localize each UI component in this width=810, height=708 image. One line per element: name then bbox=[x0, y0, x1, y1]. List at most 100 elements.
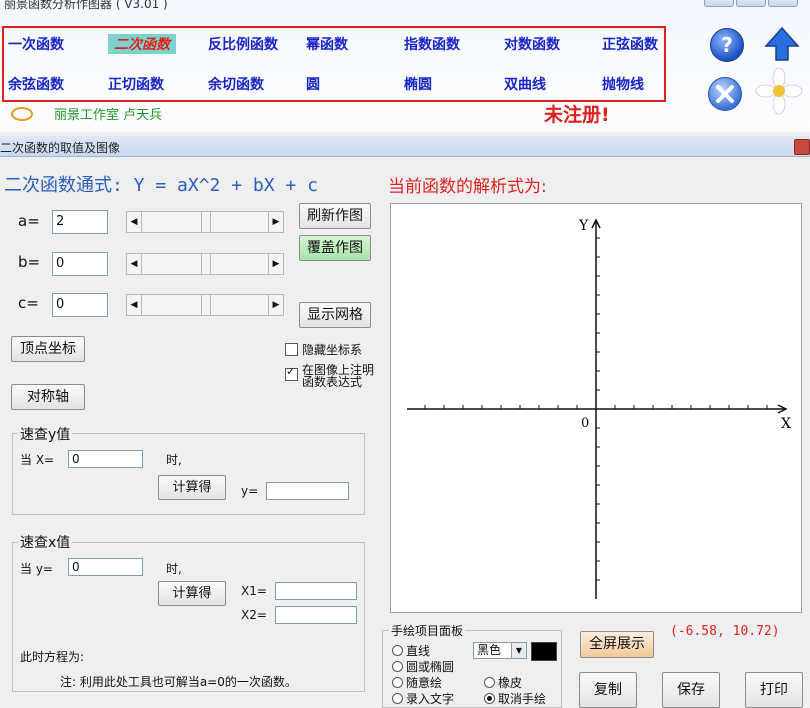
menu-cotangent[interactable]: 余切函数 bbox=[208, 74, 264, 94]
draw-line-radio[interactable]: 直线 bbox=[392, 642, 430, 659]
y-axis-label: Y bbox=[578, 218, 589, 234]
cursor-coordinates: (-6.58, 10.72) bbox=[670, 624, 780, 639]
color-swatch[interactable] bbox=[531, 642, 557, 661]
cancel-draw-radio[interactable]: 取消手绘 bbox=[484, 690, 546, 707]
param-b-label: b= bbox=[18, 253, 41, 271]
up-arrow-icon[interactable] bbox=[764, 26, 800, 62]
draw-free-radio[interactable]: 随意绘 bbox=[392, 674, 442, 691]
menu-logarithm[interactable]: 对数函数 bbox=[504, 34, 560, 54]
param-b-slider[interactable]: ◀ ▶ bbox=[126, 253, 284, 275]
color-select-value: 黑色 bbox=[477, 643, 502, 657]
menu-inverse[interactable]: 反比例函数 bbox=[208, 34, 278, 54]
checkbox-box-checked[interactable] bbox=[285, 366, 298, 381]
param-b-input[interactable]: 0 bbox=[52, 252, 108, 276]
quick-x-x1-label: X1= bbox=[241, 584, 267, 598]
show-expression-checkbox[interactable]: 在图像上注明函数表达式 bbox=[285, 364, 374, 388]
unregistered-label: 未注册! bbox=[544, 104, 610, 126]
dialog-close-button[interactable] bbox=[794, 139, 810, 155]
menu-parabola[interactable]: 抛物线 bbox=[602, 74, 644, 94]
formula-title: 二次函数通式: Y = aX^2 + bX + c bbox=[4, 175, 318, 196]
quick-y-result bbox=[266, 482, 349, 500]
hide-axes-label: 隐藏坐标系 bbox=[302, 343, 363, 357]
draw-panel-title: 手绘项目面板 bbox=[389, 622, 466, 639]
radio-circle[interactable] bbox=[484, 677, 495, 688]
dialog-title: 二次函数的取值及图像 bbox=[0, 141, 121, 155]
menu-tangent[interactable]: 正切函数 bbox=[108, 74, 164, 94]
quick-x-y-input[interactable]: 0 bbox=[68, 558, 143, 576]
app-toolbar-area: 丽景函数分析作图器 ( V3.01 ) 一次函数 二次函数 反比例函数 幂函数 … bbox=[0, 0, 810, 132]
fullscreen-button[interactable]: 全屏展示 bbox=[580, 631, 654, 658]
help-icon[interactable]: ? bbox=[710, 28, 744, 62]
studio-logo-icon bbox=[11, 107, 33, 121]
menu-hyperbola[interactable]: 双曲线 bbox=[504, 74, 546, 94]
menu-ellipse[interactable]: 椭圆 bbox=[404, 74, 432, 94]
calc-y-button[interactable]: 计算得 bbox=[158, 475, 226, 500]
equation-label: 此时方程为: bbox=[20, 650, 85, 664]
show-grid-button[interactable]: 显示网格 bbox=[299, 302, 371, 328]
maximize-button[interactable] bbox=[736, 0, 766, 7]
radio-circle[interactable] bbox=[392, 645, 403, 656]
menu-power[interactable]: 幂函数 bbox=[306, 34, 348, 54]
slider-thumb[interactable] bbox=[201, 295, 211, 315]
draw-circle-radio[interactable]: 圆或椭圆 bbox=[392, 658, 454, 675]
slider-thumb[interactable] bbox=[201, 254, 211, 274]
menu-sine[interactable]: 正弦函数 bbox=[602, 34, 658, 54]
radio-circle[interactable] bbox=[392, 661, 403, 672]
radio-circle-selected[interactable] bbox=[484, 693, 495, 704]
radio-circle[interactable] bbox=[392, 693, 403, 704]
minimize-button[interactable] bbox=[704, 0, 734, 7]
quick-x-title: 速查x值 bbox=[18, 532, 73, 552]
close-window-button[interactable] bbox=[768, 0, 798, 7]
show-expression-label-2: 函数表达式 bbox=[302, 375, 363, 389]
param-a-slider[interactable]: ◀ ▶ bbox=[126, 211, 284, 233]
menu-cosine[interactable]: 余弦函数 bbox=[8, 74, 64, 94]
save-button[interactable]: 保存 bbox=[662, 672, 720, 708]
dialog-title-bar bbox=[0, 136, 810, 157]
eraser-radio[interactable]: 橡皮 bbox=[484, 674, 522, 691]
vertex-button[interactable]: 顶点坐标 bbox=[11, 336, 85, 362]
radio-circle[interactable] bbox=[392, 677, 403, 688]
eraser-label: 橡皮 bbox=[498, 676, 523, 690]
app-title: 丽景函数分析作图器 ( V3.01 ) bbox=[4, 0, 168, 11]
print-button[interactable]: 打印 bbox=[745, 672, 803, 708]
cancel-draw-label: 取消手绘 bbox=[498, 692, 547, 706]
quick-y-title: 速查y值 bbox=[18, 424, 73, 444]
scroll-left-icon[interactable]: ◀ bbox=[127, 295, 142, 315]
chevron-down-icon[interactable]: ▼ bbox=[511, 643, 526, 658]
window-controls[interactable] bbox=[704, 0, 804, 8]
menu-quadratic[interactable]: 二次函数 bbox=[108, 34, 176, 54]
slider-thumb[interactable] bbox=[201, 212, 211, 232]
param-a-label: a= bbox=[18, 212, 40, 230]
draw-text-radio[interactable]: 录入文字 bbox=[392, 690, 454, 707]
calc-x-button[interactable]: 计算得 bbox=[158, 581, 226, 606]
color-select[interactable]: 黑色 ▼ bbox=[473, 642, 527, 659]
hide-axes-checkbox[interactable]: 隐藏坐标系 bbox=[285, 341, 362, 358]
graph-canvas[interactable]: Y X 0 bbox=[390, 203, 802, 613]
draw-free-label: 随意绘 bbox=[406, 676, 443, 690]
quick-y-x-input[interactable]: 0 bbox=[68, 450, 143, 468]
checkbox-box[interactable] bbox=[285, 343, 298, 356]
menu-circle[interactable]: 圆 bbox=[306, 74, 320, 94]
scroll-right-icon[interactable]: ▶ bbox=[268, 295, 283, 315]
axes-svg: Y X 0 bbox=[407, 218, 791, 599]
scroll-left-icon[interactable]: ◀ bbox=[127, 254, 142, 274]
menu-exponential[interactable]: 指数函数 bbox=[404, 34, 460, 54]
copy-button[interactable]: 复制 bbox=[579, 672, 637, 708]
x-axis-label: X bbox=[781, 416, 791, 432]
flower-decoration-icon bbox=[755, 67, 803, 115]
param-c-slider[interactable]: ◀ ▶ bbox=[126, 294, 284, 316]
quick-x-time-label: 时, bbox=[166, 562, 182, 576]
quick-x-x2-result bbox=[275, 606, 357, 624]
note-text: 注: 利用此处工具也可解当a=0的一次函数。 bbox=[60, 675, 297, 689]
param-a-input[interactable]: 2 bbox=[52, 210, 108, 234]
refresh-plot-button[interactable]: 刷新作图 bbox=[299, 203, 371, 229]
overlay-plot-button[interactable]: 覆盖作图 bbox=[299, 235, 371, 261]
param-c-input[interactable]: 0 bbox=[52, 293, 108, 317]
close-icon[interactable] bbox=[708, 77, 742, 111]
scroll-right-icon[interactable]: ▶ bbox=[268, 212, 283, 232]
menu-linear[interactable]: 一次函数 bbox=[8, 34, 64, 54]
axis-of-symmetry-button[interactable]: 对称轴 bbox=[11, 384, 85, 410]
draw-line-label: 直线 bbox=[406, 644, 431, 658]
scroll-right-icon[interactable]: ▶ bbox=[268, 254, 283, 274]
scroll-left-icon[interactable]: ◀ bbox=[127, 212, 142, 232]
